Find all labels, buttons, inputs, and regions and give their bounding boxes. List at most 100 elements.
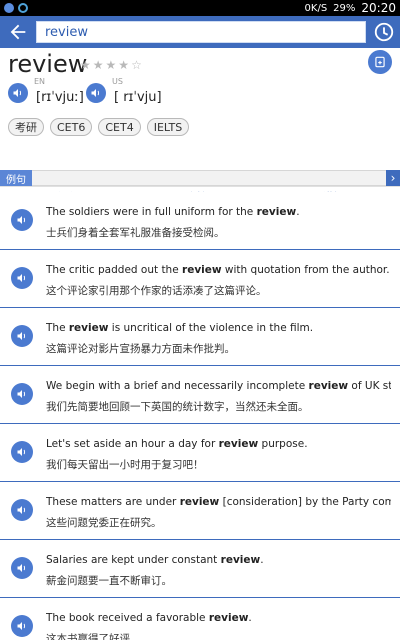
example-item: The review is uncritical of the violence… [0,308,400,366]
section-label: 例句 [0,170,32,186]
star-icon: ★ [92,58,104,72]
speaker-icon [17,448,26,456]
us-label: US [112,77,123,86]
search-query: review [45,24,88,40]
star-icon: ★ [118,58,130,72]
headword: review [8,50,88,78]
play-us-button[interactable] [86,82,106,103]
speaker-icon [13,88,22,97]
status-left [4,3,28,13]
example-en-post: with quotation from the author. [221,264,390,276]
example-cn: 我们先简要地回顾一下英国的统计数字，当然还未全面。 [46,401,309,413]
example-en-pre: We begin with a brief and necessarily in… [46,380,309,392]
tag-kaoyan: 考研 [8,118,44,136]
search-input[interactable]: review [36,21,366,43]
play-example-button[interactable] [11,267,33,289]
example-en-pre: The critic padded out the [46,264,183,276]
speaker-icon [17,274,26,282]
top-app-bar: review [0,16,400,48]
example-en: We begin with a brief and necessarily in… [46,380,391,392]
speaker-icon [17,216,26,224]
status-right: 0K/S 29% 20:20 [305,1,396,15]
tag-cet6: CET6 [50,118,93,136]
us-ipa: [ rɪˈvju] [114,90,162,105]
star-icon: ★ [80,58,91,72]
example-en-post: of UK statistics. [351,380,391,392]
tag-ielts: IELTS [146,118,190,136]
example-en-pre: These matters are under [46,496,180,508]
example-cn: 薪金问题要一直不断审订。 [46,575,172,587]
example-en-pre: The [46,322,69,334]
speaker-icon [17,622,26,630]
example-keyword: review [218,438,259,450]
back-arrow-icon [10,24,26,40]
example-keyword: review [68,322,109,334]
example-en: The soldiers were in full uniform for th… [46,206,391,218]
example-keyword: review [208,612,249,624]
example-en-post: . [296,206,300,218]
pronunciation-en: EN [rɪˈvjuː] [8,77,84,105]
example-en: The book received a favorable review. [46,612,391,624]
example-en: The review is uncritical of the violence… [46,322,391,334]
play-example-button[interactable] [11,557,33,579]
example-cn: 士兵们身着全套军礼服准备接受检阅。 [46,227,225,239]
speaker-icon [91,88,100,97]
example-en-post: [consideration] by the Party committee. [222,496,391,508]
example-cn: 这些问题党委正在研究。 [46,517,162,529]
speaker-icon [17,390,26,398]
example-en: These matters are under review [consider… [46,496,391,508]
example-en-post: purpose. [258,438,308,450]
example-en: Let's set aside an hour a day for review… [46,438,391,450]
example-cn: 这个评论家引用那个作家的话添凑了这篇评论。 [46,285,267,297]
example-item: These matters are under review [consider… [0,482,400,540]
chevron-right-icon: › [390,171,396,185]
play-example-button[interactable] [11,209,33,231]
example-en-pre: The book received a favorable [46,612,209,624]
network-speed: 0K/S [304,2,328,14]
speaker-icon [17,564,26,572]
back-button[interactable] [0,16,36,48]
example-keyword: review [179,496,220,508]
example-cn: 这本书赢得了好评。 [46,633,141,640]
example-keyword: review [220,554,261,566]
example-item: Salaries are kept under constant review.… [0,540,400,598]
clock-time: 20:20 [361,1,396,15]
next-section-button[interactable]: › [386,170,400,186]
example-list: The soldiers were in full uniform for th… [0,192,400,640]
example-keyword: review [182,264,222,276]
play-en-button[interactable] [8,82,28,103]
example-keyword: review [308,380,349,392]
app-icon [4,3,14,13]
example-en-post: . [248,612,252,624]
history-button[interactable] [371,19,397,45]
example-en-pre: Salaries are kept under constant [46,554,221,566]
play-example-button[interactable] [11,615,33,637]
play-example-button[interactable] [11,441,33,463]
example-item: We begin with a brief and necessarily in… [0,366,400,424]
example-en-pre: The soldiers were in full uniform for th… [46,206,257,218]
star-icon: ★ [105,58,117,72]
sync-icon [18,3,28,13]
example-en-post: . [260,554,264,566]
status-bar: 0K/S 29% 20:20 [0,0,400,16]
example-item: Let's set aside an hour a day for review… [0,424,400,482]
example-item: The critic padded out the review with qu… [0,250,400,308]
play-example-button[interactable] [11,383,33,405]
add-to-wordbook-button[interactable] [368,50,392,74]
play-example-button[interactable] [11,325,33,347]
play-example-button[interactable] [11,499,33,521]
example-item: The soldiers were in full uniform for th… [0,192,400,250]
clock-icon [374,22,394,42]
speaker-icon [17,332,26,340]
wordbook-icon [375,56,385,68]
en-ipa: [rɪˈvjuː] [36,90,84,105]
exam-tags: 考研 CET6 CET4 IELTS [8,118,190,136]
example-item: The book received a favorable review. 这本… [0,598,400,640]
example-en: The critic padded out the review with qu… [46,264,391,276]
speaker-icon [17,506,26,514]
word-header: review ★ ★ ★ ★ ☆ EN [rɪˈvjuː] US [rɪˈvj… [0,48,400,208]
example-cn: 我们每天留出一小时用于复习吧！ [46,459,204,471]
en-label: EN [34,77,46,86]
example-keyword: review [256,206,297,218]
example-en: Salaries are kept under constant review. [46,554,391,566]
